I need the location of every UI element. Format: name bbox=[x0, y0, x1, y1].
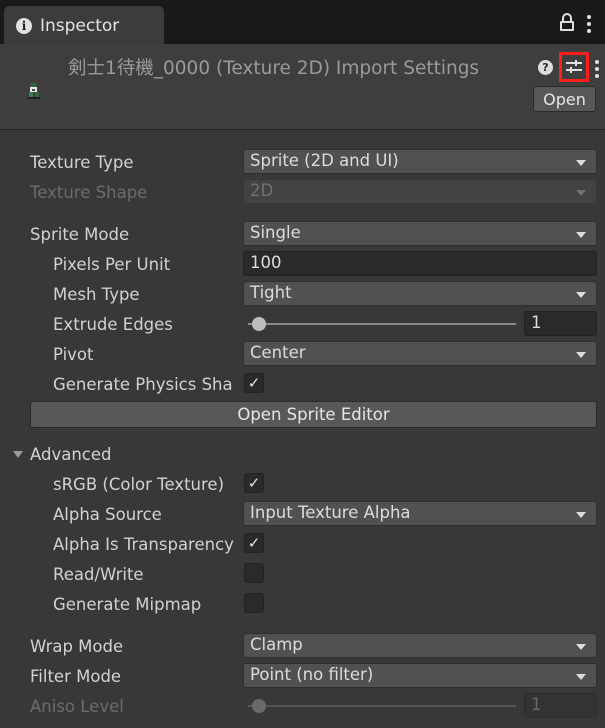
inspector-tab-label: Inspector bbox=[40, 16, 120, 36]
dropdown-arrow-icon bbox=[576, 190, 586, 196]
header-icons: ? bbox=[538, 52, 599, 82]
alpha-source-dropdown[interactable]: Input Texture Alpha bbox=[243, 501, 597, 526]
wrap-mode-dropdown[interactable]: Clamp bbox=[243, 633, 597, 658]
texture-type-value: Sprite (2D and UI) bbox=[250, 151, 399, 170]
mesh-type-dropdown[interactable]: Tight bbox=[243, 281, 597, 306]
aniso-level-label: Aniso Level bbox=[30, 697, 124, 716]
generate-physics-shape-row: Generate Physics Sha ✓ bbox=[0, 370, 605, 400]
pivot-value: Center bbox=[250, 343, 306, 362]
texture-shape-value: 2D bbox=[250, 181, 274, 200]
extrude-edges-value: 1 bbox=[531, 313, 542, 332]
header-more-icon[interactable] bbox=[595, 57, 599, 78]
pixels-per-unit-value: 100 bbox=[250, 253, 282, 272]
alpha-source-value: Input Texture Alpha bbox=[250, 503, 411, 522]
more-icon[interactable] bbox=[587, 12, 591, 33]
sprite-mode-label: Sprite Mode bbox=[30, 225, 130, 244]
filter-mode-label: Filter Mode bbox=[30, 667, 122, 686]
dropdown-arrow-icon bbox=[576, 644, 586, 650]
dropdown-arrow-icon bbox=[576, 352, 586, 358]
texture-type-row: Texture Type Sprite (2D and UI) bbox=[0, 148, 605, 178]
advanced-label: Advanced bbox=[30, 445, 112, 464]
generate-mipmap-row: Generate Mipmap bbox=[0, 590, 605, 620]
dropdown-arrow-icon bbox=[576, 292, 586, 298]
dropdown-arrow-icon bbox=[576, 674, 586, 680]
texture-shape-dropdown: 2D bbox=[243, 179, 597, 204]
read-write-row: Read/Write bbox=[0, 560, 605, 590]
sprite-mode-dropdown[interactable]: Single bbox=[243, 221, 597, 246]
aniso-level-value: 1 bbox=[531, 695, 542, 714]
dropdown-arrow-icon bbox=[576, 232, 586, 238]
foldout-arrow-icon bbox=[13, 451, 23, 458]
srgb-checkbox[interactable]: ✓ bbox=[244, 473, 264, 493]
mesh-type-value: Tight bbox=[250, 283, 292, 302]
alpha-source-row: Alpha Source Input Texture Alpha bbox=[0, 500, 605, 530]
open-sprite-editor-button[interactable]: Open Sprite Editor bbox=[30, 401, 597, 428]
pivot-dropdown[interactable]: Center bbox=[243, 341, 597, 366]
texture-type-label: Texture Type bbox=[30, 153, 134, 172]
srgb-row: sRGB (Color Texture) ✓ bbox=[0, 470, 605, 500]
wrap-mode-value: Clamp bbox=[250, 635, 303, 654]
generate-physics-shape-checkbox[interactable]: ✓ bbox=[244, 373, 264, 393]
sprite-mode-row: Sprite Mode Single bbox=[0, 220, 605, 250]
texture-type-dropdown[interactable]: Sprite (2D and UI) bbox=[243, 149, 597, 174]
pixels-per-unit-label: Pixels Per Unit bbox=[53, 255, 171, 274]
wrap-mode-label: Wrap Mode bbox=[30, 637, 124, 656]
page-title: 剣士1待機_0000 (Texture 2D) Import Settings bbox=[68, 58, 480, 79]
pixels-per-unit-input[interactable]: 100 bbox=[243, 251, 597, 276]
inspector-tab-bar: i Inspector bbox=[0, 0, 605, 46]
texture-shape-label: Texture Shape bbox=[30, 183, 148, 202]
import-settings-header: 剣士1待機_0000 (Texture 2D) Import Settings … bbox=[0, 44, 605, 130]
mesh-type-label: Mesh Type bbox=[53, 285, 140, 304]
extrude-edges-slider-knob[interactable] bbox=[252, 317, 266, 331]
help-icon[interactable]: ? bbox=[538, 59, 553, 75]
generate-physics-shape-label: Generate Physics Sha bbox=[53, 375, 233, 394]
dropdown-arrow-icon bbox=[576, 160, 586, 166]
srgb-label: sRGB (Color Texture) bbox=[53, 475, 225, 494]
dropdown-arrow-icon bbox=[576, 512, 586, 518]
alpha-source-label: Alpha Source bbox=[53, 505, 162, 524]
filter-mode-value: Point (no filter) bbox=[250, 665, 374, 684]
aniso-level-slider bbox=[248, 705, 516, 707]
info-icon: i bbox=[16, 18, 32, 34]
generate-mipmap-label: Generate Mipmap bbox=[53, 595, 202, 614]
open-sprite-editor-row: Open Sprite Editor bbox=[0, 400, 605, 430]
mesh-type-row: Mesh Type Tight bbox=[0, 280, 605, 310]
alpha-is-transparency-checkbox[interactable]: ✓ bbox=[244, 533, 264, 553]
extrude-edges-input[interactable]: 1 bbox=[524, 311, 597, 336]
aniso-level-row: Aniso Level 1 bbox=[0, 692, 605, 722]
filter-mode-dropdown[interactable]: Point (no filter) bbox=[243, 663, 597, 688]
alpha-is-transparency-row: Alpha Is Transparency ✓ bbox=[0, 530, 605, 560]
pixels-per-unit-row: Pixels Per Unit 100 bbox=[0, 250, 605, 280]
sprite-thumbnail bbox=[28, 83, 40, 99]
filter-mode-row: Filter Mode Point (no filter) bbox=[0, 662, 605, 692]
tab-actions bbox=[559, 12, 591, 33]
aniso-level-slider-knob bbox=[252, 699, 266, 713]
wrap-mode-row: Wrap Mode Clamp bbox=[0, 632, 605, 662]
preset-icon[interactable] bbox=[559, 52, 589, 82]
alpha-is-transparency-label: Alpha Is Transparency bbox=[53, 535, 234, 554]
pivot-label: Pivot bbox=[53, 345, 94, 364]
texture-shape-row: Texture Shape 2D bbox=[0, 178, 605, 208]
inspector-tab[interactable]: i Inspector bbox=[4, 6, 164, 46]
sprite-mode-value: Single bbox=[250, 223, 301, 242]
aniso-level-input: 1 bbox=[524, 693, 597, 718]
lock-icon[interactable] bbox=[559, 12, 575, 32]
generate-mipmap-checkbox[interactable] bbox=[244, 593, 264, 613]
open-button[interactable]: Open bbox=[533, 86, 596, 112]
advanced-foldout[interactable]: Advanced bbox=[0, 440, 605, 470]
extrude-edges-slider[interactable] bbox=[248, 323, 516, 325]
extrude-edges-row: Extrude Edges 1 bbox=[0, 310, 605, 340]
read-write-checkbox[interactable] bbox=[244, 563, 264, 583]
extrude-edges-label: Extrude Edges bbox=[53, 315, 173, 334]
pivot-row: Pivot Center bbox=[0, 340, 605, 370]
read-write-label: Read/Write bbox=[53, 565, 144, 584]
